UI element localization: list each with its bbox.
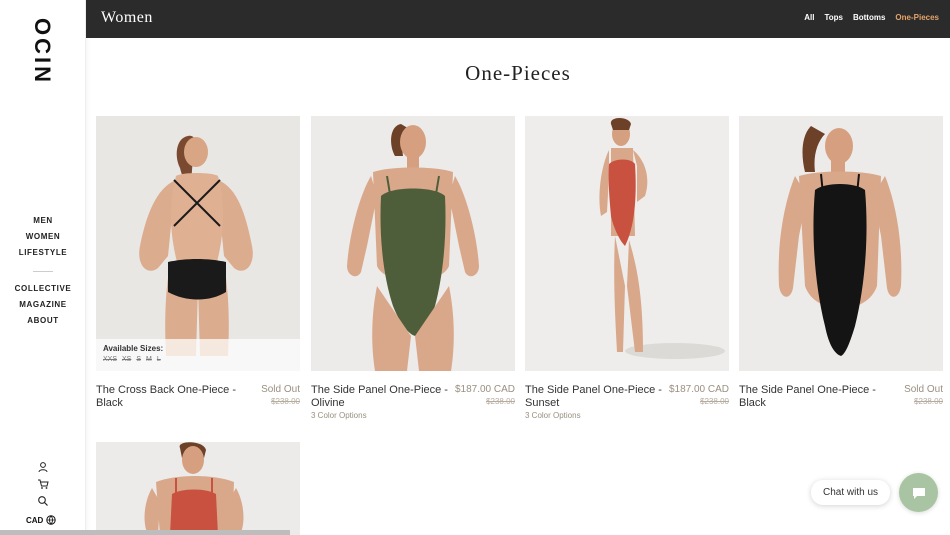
original-price: $238.00 — [914, 397, 943, 406]
size-option: S — [136, 356, 142, 363]
brand-logo[interactable]: OCIN — [28, 18, 56, 85]
chat-with-us-label[interactable]: Chat with us — [811, 480, 890, 505]
nav-divider — [33, 271, 53, 272]
product-image[interactable] — [739, 116, 943, 371]
search-button[interactable] — [0, 494, 86, 508]
currency-label: CAD — [26, 515, 44, 525]
nav-item-collective[interactable]: COLLECTIVE — [0, 281, 86, 297]
section-title: Women — [101, 9, 153, 26]
currency-selector[interactable]: CAD — [26, 515, 57, 525]
product-price: Sold Out $238.00 — [904, 384, 943, 407]
cart-button[interactable] — [0, 477, 86, 491]
chat-button[interactable] — [899, 473, 938, 512]
sidebar: OCIN MEN WOMEN LIFESTYLE COLLECTIVE MAGA… — [0, 0, 86, 535]
secondary-nav: COLLECTIVE MAGAZINE ABOUT — [0, 281, 86, 329]
category-filters: All Tops Bottoms One-Pieces — [804, 13, 939, 22]
filter-bottoms[interactable]: Bottoms — [853, 13, 885, 22]
size-option: XXS — [103, 356, 118, 363]
product-card[interactable]: The Side Panel One-Piece - Sunset $187.0… — [525, 116, 729, 424]
sale-price: $187.00 CAD — [454, 384, 515, 395]
original-price: $238.00 — [271, 397, 300, 406]
filter-all[interactable]: All — [804, 13, 814, 22]
original-price: $238.00 — [700, 397, 729, 406]
account-icon — [38, 462, 48, 473]
product-name[interactable]: The Cross Back One-Piece - Black — [96, 384, 246, 410]
chat-bubble-icon — [912, 487, 925, 499]
search-icon — [38, 496, 48, 506]
product-image[interactable]: Available Sizes: XXS XS S M L — [96, 116, 300, 371]
size-option: L — [156, 356, 161, 363]
product-price: Sold Out $238.00 — [261, 384, 300, 407]
filter-one-pieces[interactable]: One-Pieces — [895, 13, 939, 22]
original-price: $238.00 — [486, 397, 515, 406]
size-option: XS — [122, 356, 132, 363]
product-price: $187.00 CAD $238.00 — [669, 384, 729, 407]
nav-item-magazine[interactable]: MAGAZINE — [0, 297, 86, 313]
price-status: Sold Out — [261, 384, 300, 395]
color-options[interactable]: 3 Color Options — [311, 411, 367, 420]
color-options[interactable]: 3 Color Options — [525, 411, 581, 420]
available-sizes-overlay: Available Sizes: XXS XS S M L — [96, 339, 300, 371]
product-image[interactable] — [311, 116, 515, 371]
primary-nav: MEN WOMEN LIFESTYLE — [0, 213, 86, 261]
page-title: One-Pieces — [465, 61, 571, 85]
bottom-status-strip — [0, 530, 290, 535]
available-sizes-label: Available Sizes: — [103, 344, 164, 353]
filter-tops[interactable]: Tops — [824, 13, 843, 22]
size-option: M — [146, 356, 152, 363]
product-card[interactable]: The Side Panel One-Piece - Olivine $187.… — [311, 116, 515, 424]
product-price: $187.00 CAD $238.00 — [455, 384, 515, 407]
price-status: Sold Out — [904, 384, 943, 395]
product-name[interactable]: The Side Panel One-Piece - Sunset — [525, 384, 675, 410]
sale-price: $187.00 CAD — [668, 384, 729, 395]
account-button[interactable] — [0, 460, 86, 474]
nav-item-about[interactable]: ABOUT — [0, 313, 86, 329]
nav-item-women[interactable]: WOMEN — [0, 229, 86, 245]
product-name[interactable]: The Side Panel One-Piece - Black — [739, 384, 889, 410]
globe-icon — [46, 515, 57, 525]
size-list: XXS XS S M L — [103, 356, 293, 363]
nav-item-men[interactable]: MEN — [0, 213, 86, 229]
product-image[interactable] — [525, 116, 729, 371]
product-image[interactable] — [96, 442, 300, 535]
product-card[interactable] — [96, 442, 300, 535]
product-card[interactable]: The Side Panel One-Piece - Black Sold Ou… — [739, 116, 943, 424]
product-card[interactable]: Available Sizes: XXS XS S M L The Cross … — [96, 116, 300, 424]
category-header: Women All Tops Bottoms One-Pieces — [86, 0, 950, 38]
nav-item-lifestyle[interactable]: LIFESTYLE — [0, 245, 86, 261]
cart-icon — [38, 479, 49, 489]
product-name[interactable]: The Side Panel One-Piece - Olivine — [311, 384, 461, 410]
